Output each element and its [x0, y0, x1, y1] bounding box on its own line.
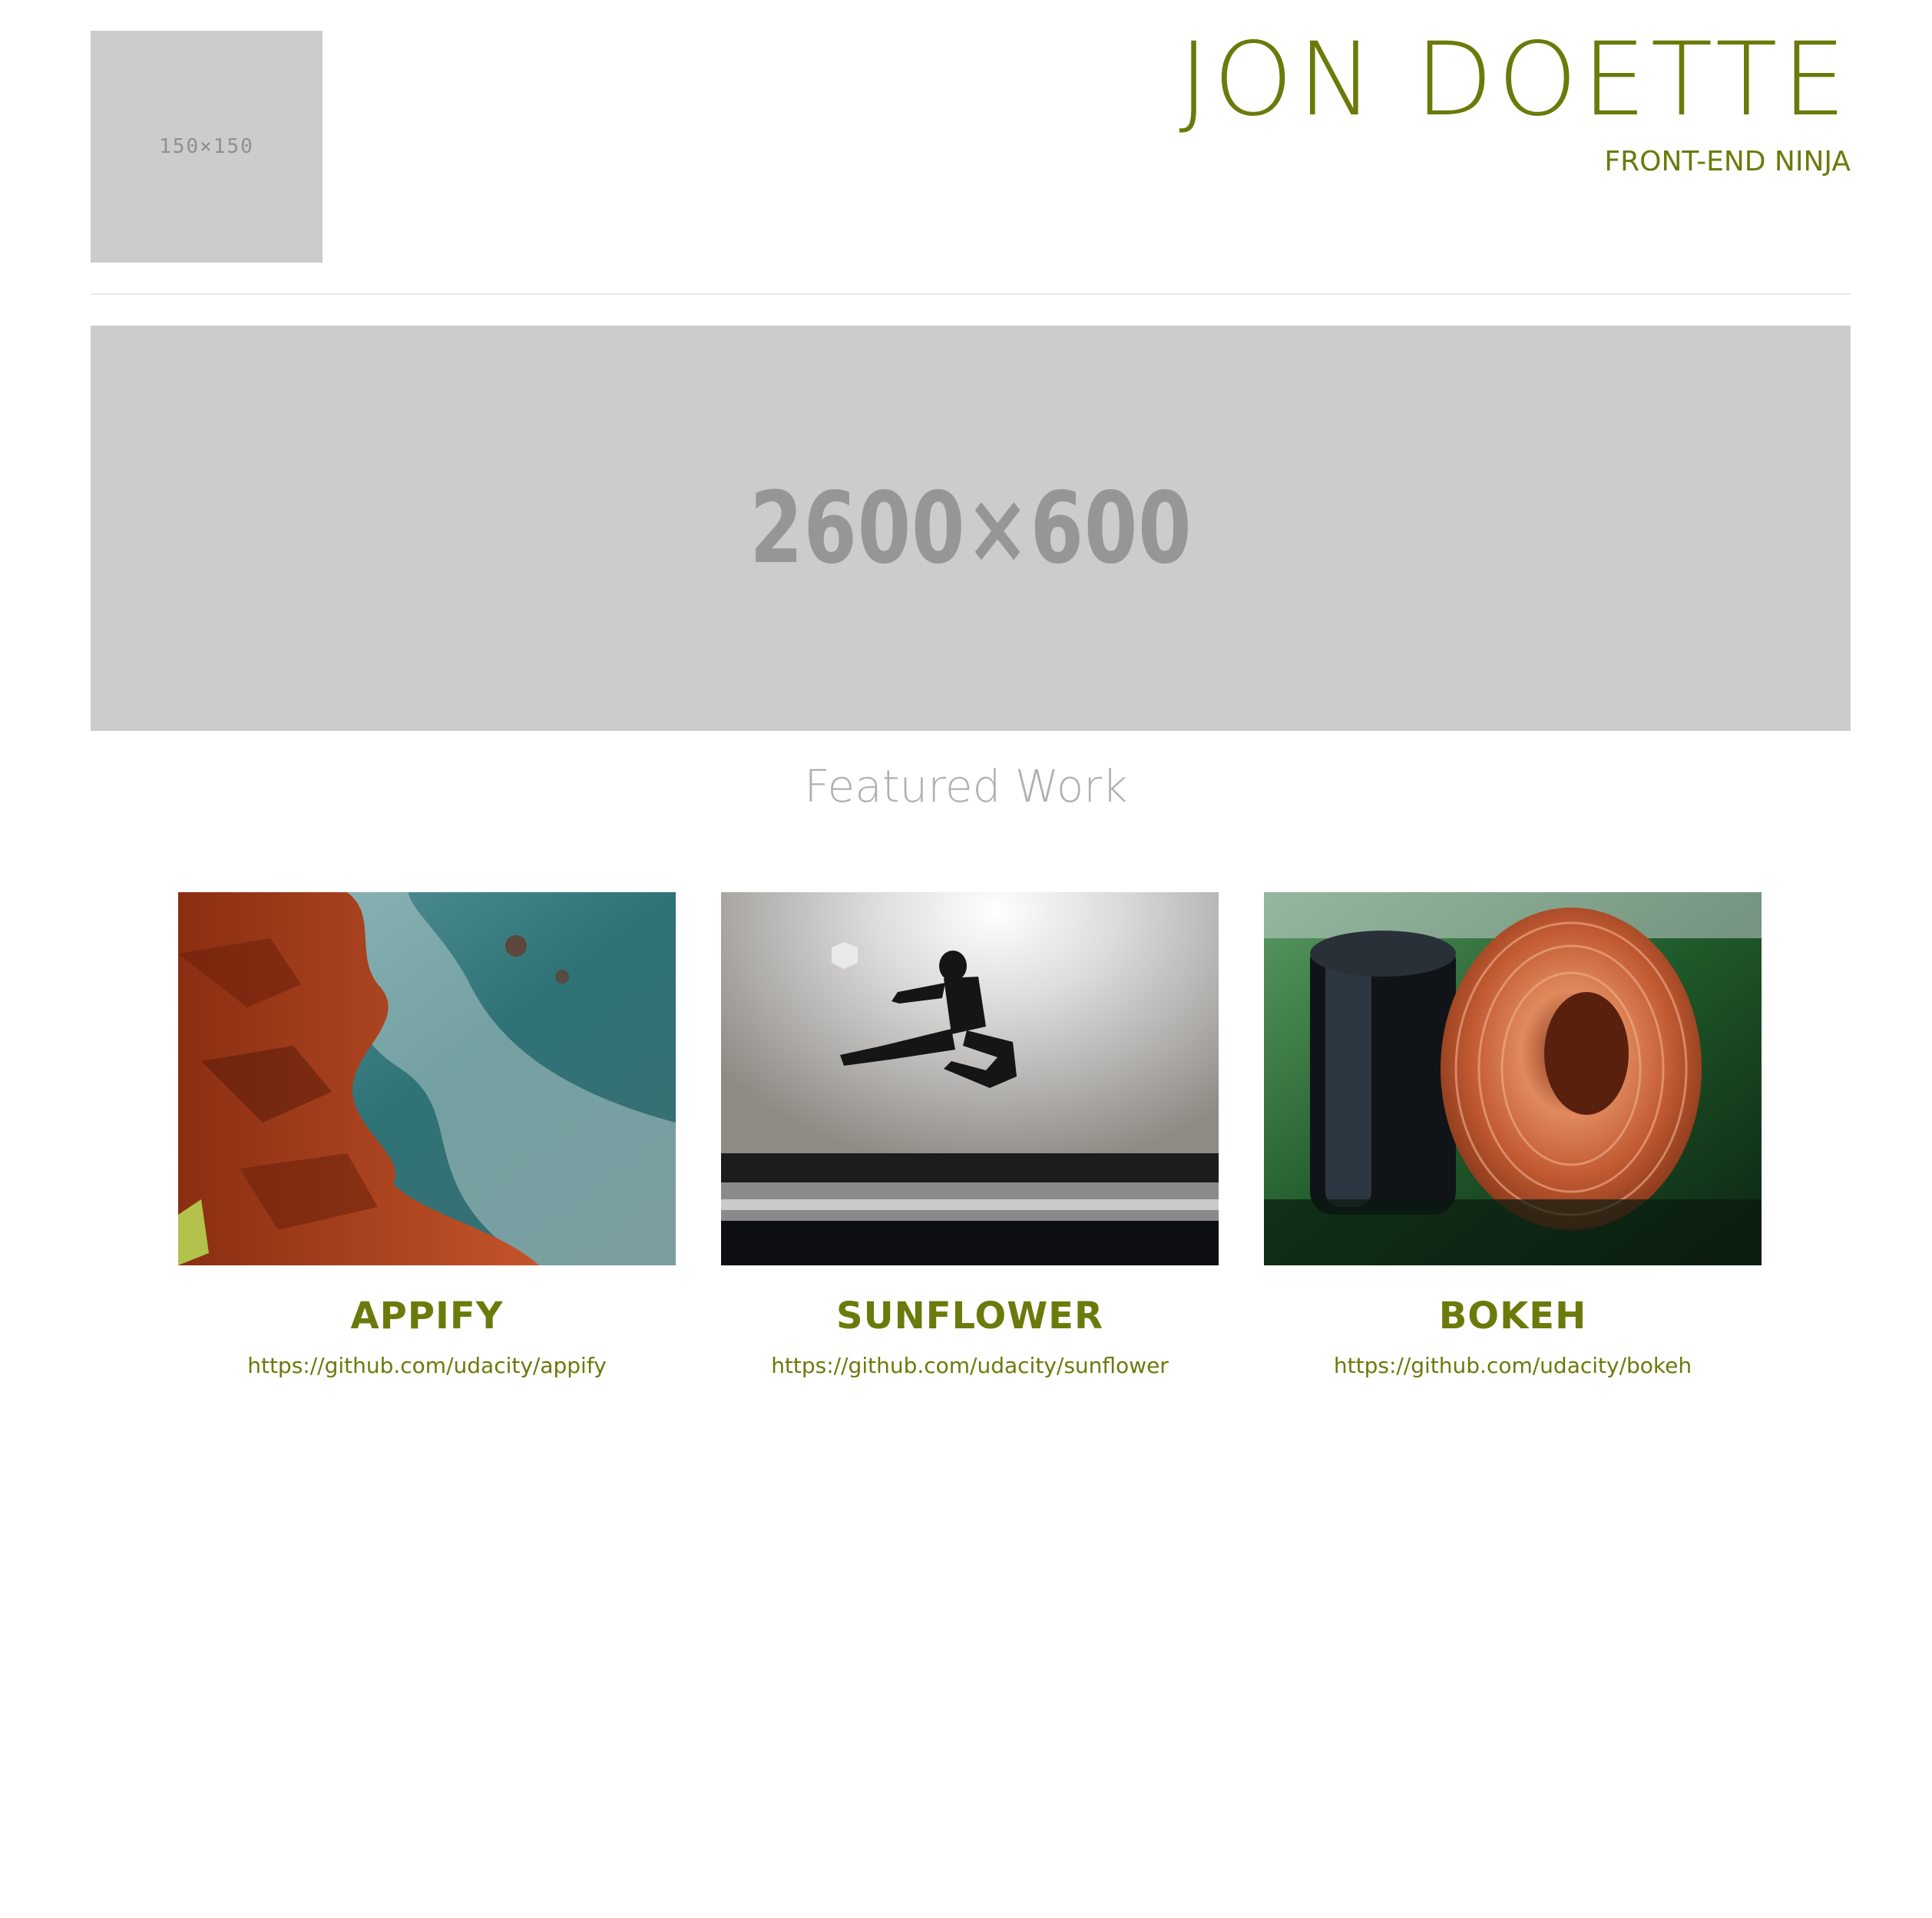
site-name: JON DOETTE: [1179, 21, 1851, 139]
logo-placeholder-label: 150×150: [159, 135, 254, 158]
project-card-sunflower: SUNFLOWER https://github.com/udacity/sun…: [721, 892, 1219, 1378]
project-image-sunflower[interactable]: [721, 892, 1219, 1265]
hero-placeholder-label: 2600×600: [749, 471, 1193, 586]
featured-work-title: Featured Work: [804, 760, 1128, 812]
project-image-appify[interactable]: [178, 892, 676, 1265]
header-divider: [91, 293, 1851, 295]
logo-placeholder: 150×150: [91, 31, 323, 263]
site-tagline: FRONT-END NINJA: [1604, 146, 1851, 177]
project-link-bokeh[interactable]: https://github.com/udacity/bokeh: [1264, 1353, 1762, 1378]
project-card-bokeh: BOKEH https://github.com/udacity/bokeh: [1264, 892, 1762, 1378]
project-link-appify[interactable]: https://github.com/udacity/appify: [178, 1353, 676, 1378]
project-link-sunflower[interactable]: https://github.com/udacity/sunflower: [721, 1353, 1219, 1378]
project-grid: APPIFY https://github.com/udacity/appify: [178, 892, 1762, 1378]
hero-placeholder: 2600×600: [91, 326, 1851, 731]
project-title-bokeh: BOKEH: [1438, 1295, 1587, 1338]
project-card-appify: APPIFY https://github.com/udacity/appify: [178, 892, 676, 1378]
project-title-sunflower: SUNFLOWER: [836, 1295, 1103, 1338]
project-image-bokeh[interactable]: [1264, 892, 1762, 1265]
project-title-appify: APPIFY: [350, 1295, 504, 1338]
